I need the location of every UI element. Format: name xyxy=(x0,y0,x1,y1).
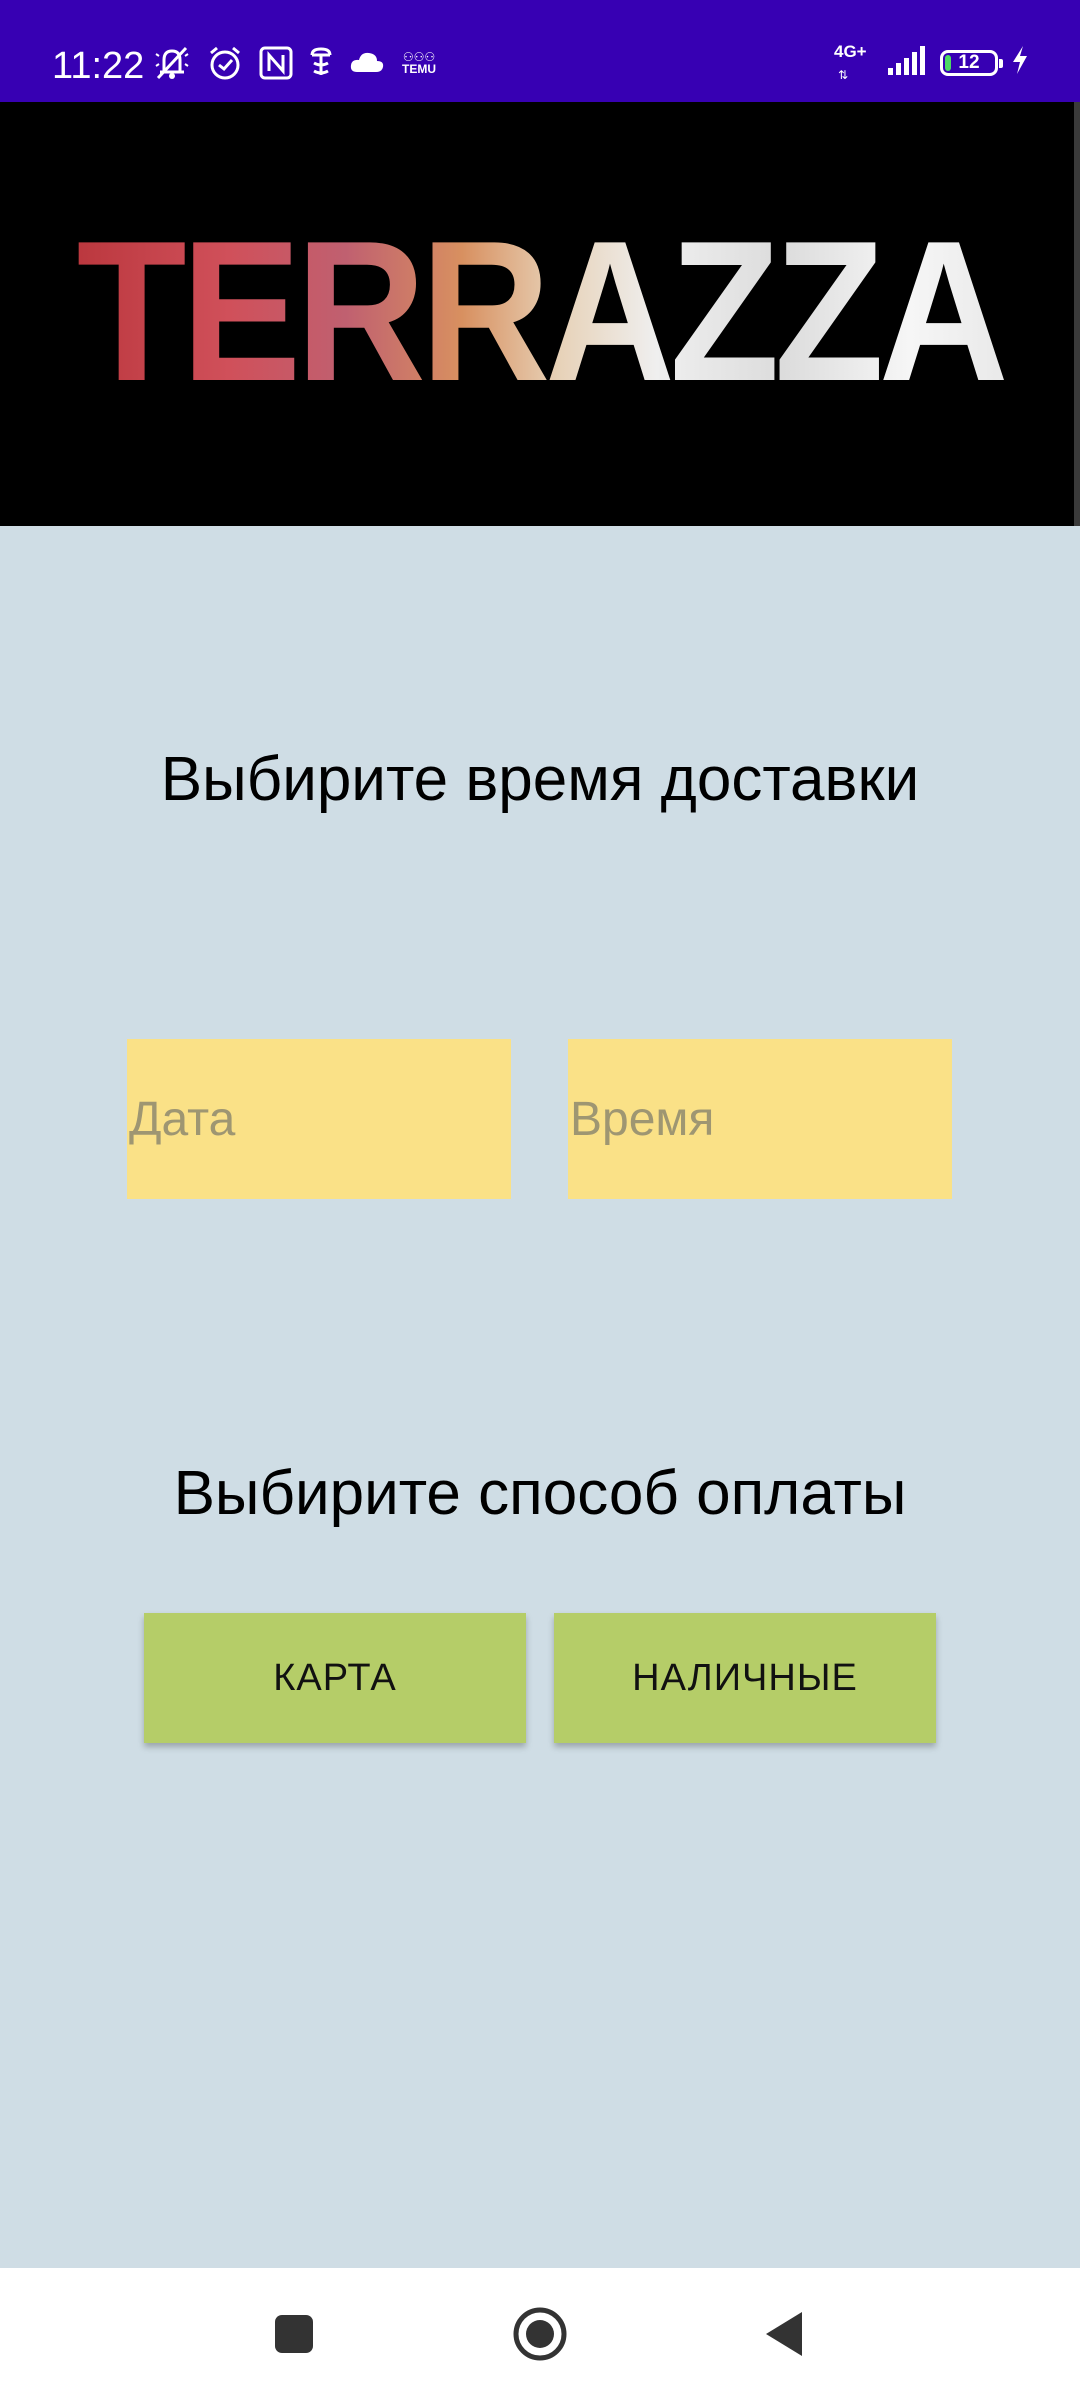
temu-label: TEMU xyxy=(402,62,436,76)
logo-banner: TERRAZZA xyxy=(0,102,1080,526)
card-payment-label: КАРТА xyxy=(273,1656,397,1699)
status-icons-left: ⚇⚇⚇ TEMU xyxy=(152,44,438,82)
signal-icon xyxy=(886,44,928,81)
recents-button[interactable] xyxy=(244,2268,344,2400)
date-field[interactable]: Дата xyxy=(127,1039,511,1199)
status-icons-right: 4G+ ⇅ 12 xyxy=(834,42,1030,82)
recents-icon xyxy=(275,2315,313,2353)
back-button[interactable] xyxy=(734,2268,834,2400)
back-icon xyxy=(766,2312,802,2356)
cash-payment-button[interactable]: НАЛИЧНЫЕ xyxy=(554,1613,936,1743)
card-payment-button[interactable]: КАРТА xyxy=(144,1613,526,1743)
charging-icon xyxy=(1010,44,1030,81)
cloud-icon xyxy=(348,48,386,78)
battery-icon: 12 xyxy=(940,49,1003,76)
battery-level: 12 xyxy=(958,51,980,73)
logo-text: TERRAZZA xyxy=(54,202,1026,422)
home-button[interactable] xyxy=(490,2268,590,2400)
temu-icon: ⚇⚇⚇ TEMU xyxy=(400,51,438,75)
app-notification-icon xyxy=(308,45,334,81)
home-icon xyxy=(513,2307,567,2361)
time-field[interactable]: Время xyxy=(568,1039,952,1199)
network-type: 4G+ xyxy=(834,41,867,61)
nfc-icon xyxy=(258,45,294,81)
cash-payment-label: НАЛИЧНЫЕ xyxy=(632,1656,858,1699)
network-icon: 4G+ ⇅ xyxy=(834,42,874,82)
status-bar: 11:22 ⚇⚇⚇ TEMU 4G+ ⇅ 12 xyxy=(0,0,1080,102)
navigation-bar xyxy=(0,2268,1080,2400)
delivery-heading: Выбирите время доставки xyxy=(160,745,920,814)
alarm-icon xyxy=(206,44,244,82)
muted-notifications-icon xyxy=(152,44,192,82)
date-placeholder: Дата xyxy=(129,1092,236,1146)
status-time: 11:22 xyxy=(52,45,145,87)
payment-heading: Выбирите способ оплаты xyxy=(173,1459,907,1528)
time-placeholder: Время xyxy=(570,1092,715,1146)
data-arrows-icon: ⇅ xyxy=(838,67,849,82)
